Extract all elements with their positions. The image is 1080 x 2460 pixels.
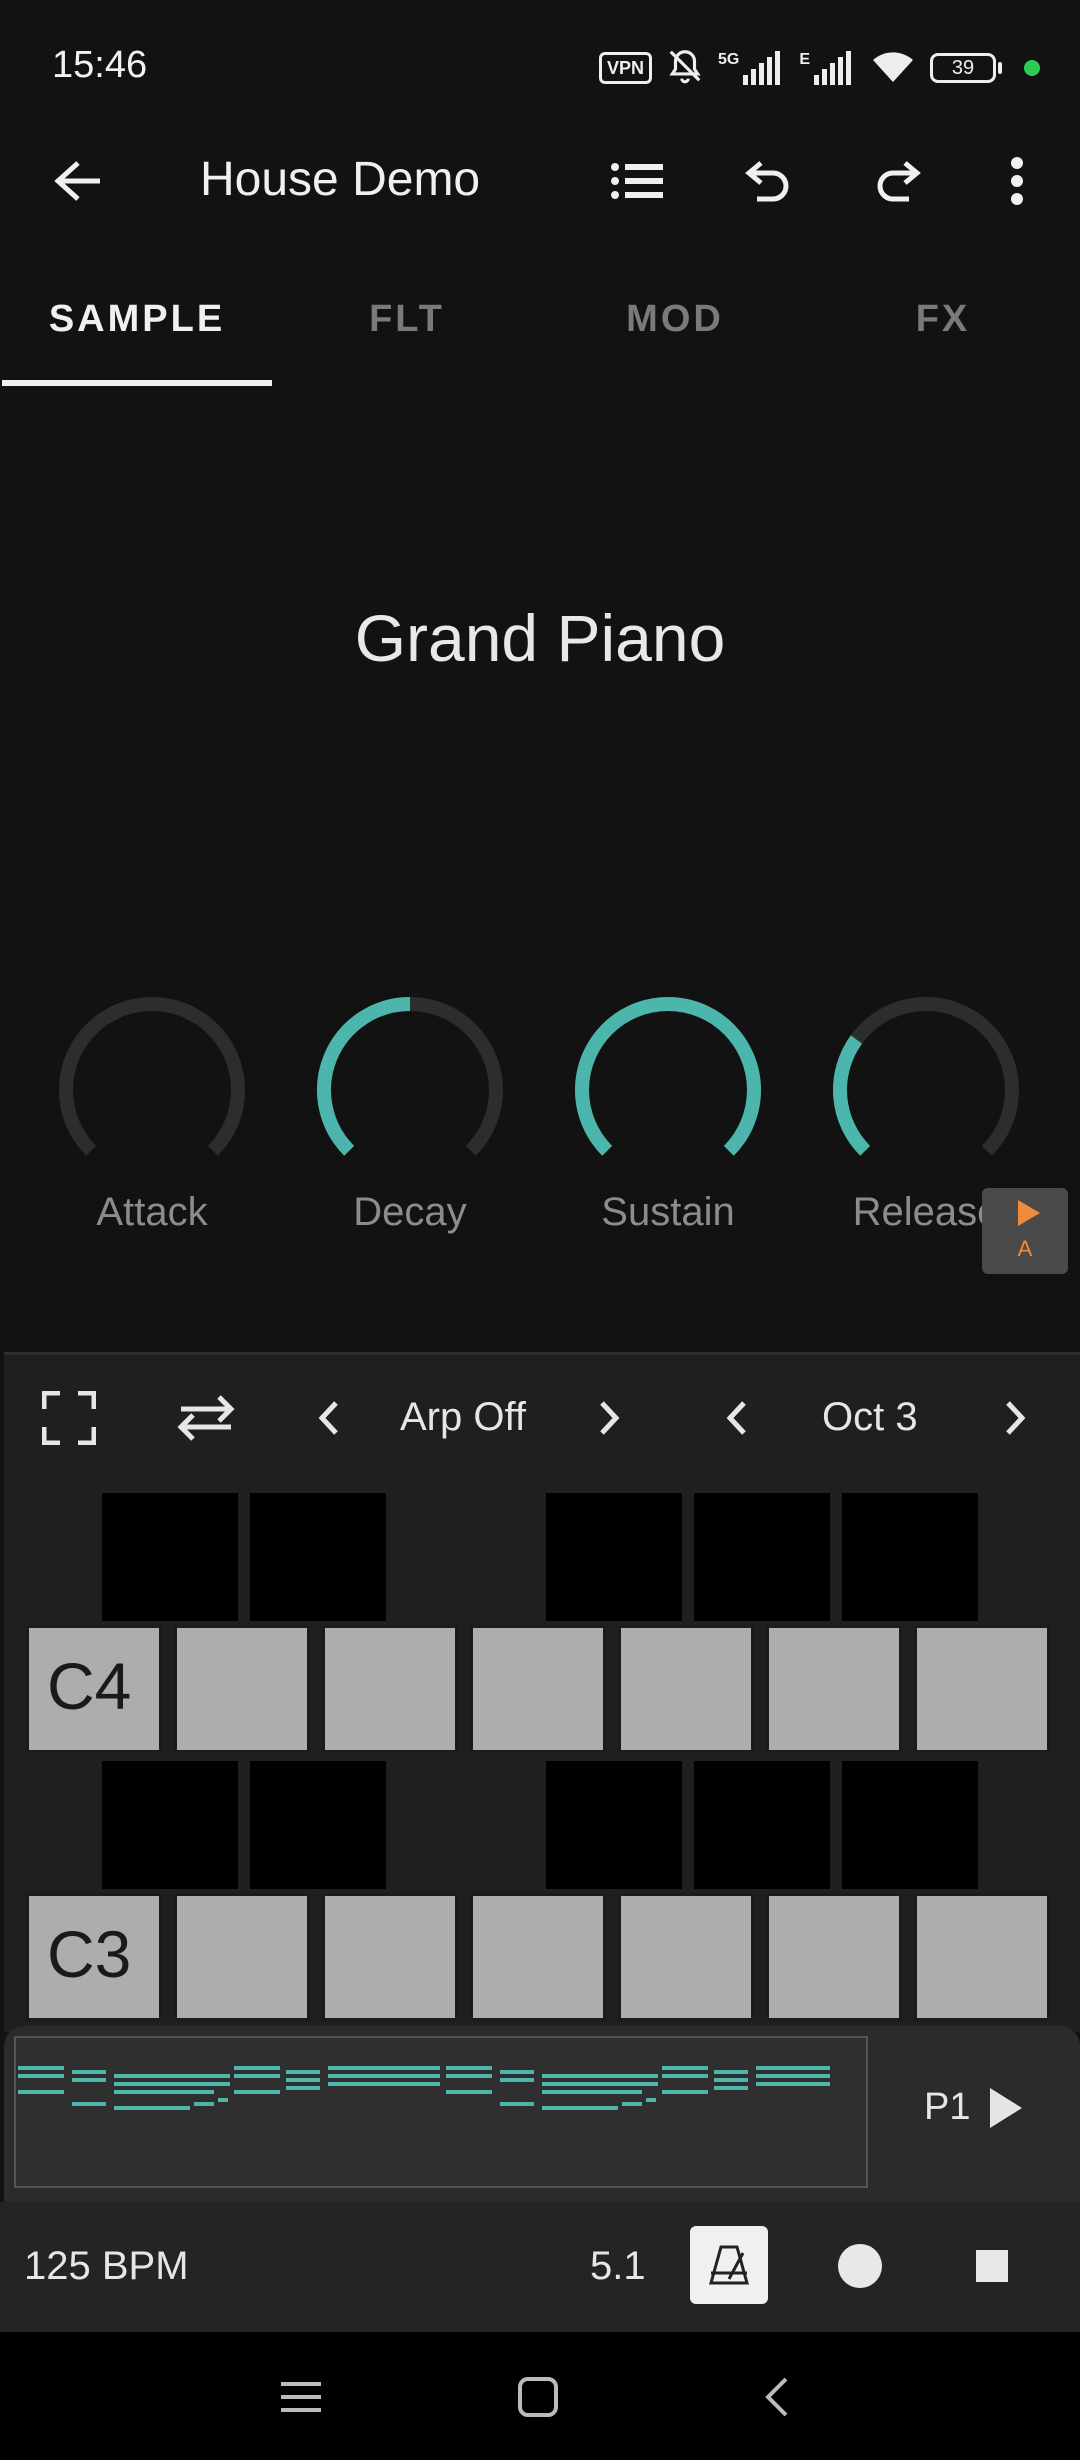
tab-fx[interactable]: FX — [808, 298, 1078, 341]
piano-key-white[interactable] — [174, 1625, 310, 1753]
pattern-play-icon[interactable] — [990, 2088, 1022, 2128]
knob-attack-dial[interactable] — [52, 990, 252, 1190]
swap-arrows-icon[interactable] — [166, 1383, 246, 1453]
piano-key-white[interactable] — [914, 1893, 1050, 2021]
knob-attack[interactable]: Attack — [42, 990, 262, 1270]
system-nav-bar — [0, 2332, 1080, 2460]
more-vert-icon[interactable] — [982, 146, 1052, 216]
key-label-c4: C4 — [47, 1649, 132, 1723]
knob-release-dial[interactable] — [826, 990, 1026, 1190]
list-icon[interactable] — [602, 146, 672, 216]
app-bar: House Demo — [0, 130, 1080, 230]
play-icon — [1018, 1200, 1040, 1226]
envelope-knobs: Attack Decay Sustain Release — [0, 990, 1080, 1270]
knob-decay[interactable]: Decay — [300, 990, 520, 1270]
status-bar: 15:46 VPN 5G E 39 — [0, 0, 1080, 130]
piano-key-black[interactable] — [842, 1493, 978, 1621]
vpn-icon: VPN — [598, 52, 652, 84]
knob-decay-dial[interactable] — [310, 990, 510, 1190]
arp-next-chevron-icon[interactable] — [584, 1383, 634, 1453]
knob-sustain-label: Sustain — [601, 1190, 735, 1234]
tab-mod[interactable]: MOD — [540, 298, 810, 341]
project-title: House Demo — [200, 153, 481, 206]
wifi-icon — [870, 48, 916, 89]
status-icons: VPN 5G E 39 — [598, 46, 1040, 90]
transport-bar: 125 BPM 5.1 — [0, 2202, 1080, 2332]
knob-decay-label: Decay — [353, 1190, 467, 1234]
pattern-preview[interactable] — [14, 2036, 868, 2188]
piano-key-black[interactable] — [102, 1761, 238, 1889]
pattern-label: P1 — [924, 2086, 971, 2128]
piano-key-white[interactable] — [914, 1625, 1050, 1753]
piano-key-white[interactable] — [322, 1625, 458, 1753]
keyboard-panel: Arp Off Oct 3 C4 C3 — [4, 1352, 1080, 2032]
battery-icon: 39 — [930, 53, 1002, 83]
signal-5g-icon: 5G — [718, 51, 785, 85]
piano-key-white[interactable] — [322, 1893, 458, 2021]
status-time: 15:46 — [52, 44, 148, 86]
piano-key-white[interactable] — [766, 1893, 902, 2021]
metronome-button[interactable] — [690, 2226, 768, 2304]
signal-e-icon: E — [799, 51, 856, 85]
back-arrow-icon[interactable] — [44, 146, 114, 216]
octave-prev-chevron-icon[interactable] — [712, 1383, 762, 1453]
piano-key-white[interactable] — [618, 1893, 754, 2021]
piano-key-c3[interactable]: C3 — [26, 1893, 162, 2021]
piano-key-black[interactable] — [102, 1493, 238, 1621]
octave-next-chevron-icon[interactable] — [990, 1383, 1040, 1453]
knob-sustain-dial[interactable] — [568, 990, 768, 1190]
knob-sustain[interactable]: Sustain — [558, 990, 778, 1270]
octave-label: Oct 3 — [822, 1395, 918, 1439]
piano-key-black[interactable] — [694, 1761, 830, 1889]
back-icon[interactable] — [742, 2362, 812, 2432]
keyboard-toolbar: Arp Off Oct 3 — [4, 1355, 1080, 1485]
menu-icon[interactable] — [266, 2362, 336, 2432]
tab-bar: SAMPLE FLT MOD FX — [0, 280, 1080, 386]
home-icon[interactable] — [503, 2362, 573, 2432]
auto-play-button[interactable]: A — [982, 1188, 1068, 1274]
arp-prev-chevron-icon[interactable] — [304, 1383, 354, 1453]
piano-key-c4[interactable]: C4 — [26, 1625, 162, 1753]
piano-key-black[interactable] — [546, 1761, 682, 1889]
key-label-c3: C3 — [47, 1917, 132, 1991]
piano-key-white[interactable] — [618, 1625, 754, 1753]
playhead-position: 5.1 — [590, 2244, 646, 2288]
knob-attack-label: Attack — [96, 1190, 208, 1234]
record-button[interactable] — [838, 2244, 882, 2288]
auto-play-letter: A — [1017, 1236, 1033, 1261]
pattern-bar: P1 — [4, 2026, 1080, 2202]
tab-indicator — [2, 380, 272, 386]
piano-key-black[interactable] — [842, 1761, 978, 1889]
arp-mode-label: Arp Off — [400, 1395, 526, 1439]
bell-off-icon — [666, 47, 704, 90]
privacy-indicator-icon — [1024, 60, 1040, 76]
tab-flt[interactable]: FLT — [272, 298, 542, 341]
piano-key-white[interactable] — [174, 1893, 310, 2021]
piano-key-black[interactable] — [546, 1493, 682, 1621]
piano-key-white[interactable] — [470, 1625, 606, 1753]
redo-icon[interactable] — [864, 146, 934, 216]
fullscreen-icon[interactable] — [34, 1383, 104, 1453]
piano-key-black[interactable] — [250, 1493, 386, 1621]
metronome-icon — [709, 2245, 749, 2285]
piano-key-black[interactable] — [694, 1493, 830, 1621]
bpm-display[interactable]: 125 BPM — [24, 2244, 189, 2289]
piano-key-black[interactable] — [250, 1761, 386, 1889]
tab-sample[interactable]: SAMPLE — [2, 298, 272, 341]
stop-button[interactable] — [976, 2250, 1008, 2282]
undo-icon[interactable] — [732, 146, 802, 216]
pattern-notes — [18, 2066, 830, 2110]
piano-key-white[interactable] — [470, 1893, 606, 2021]
instrument-name[interactable]: Grand Piano — [0, 600, 1080, 676]
piano-key-white[interactable] — [766, 1625, 902, 1753]
